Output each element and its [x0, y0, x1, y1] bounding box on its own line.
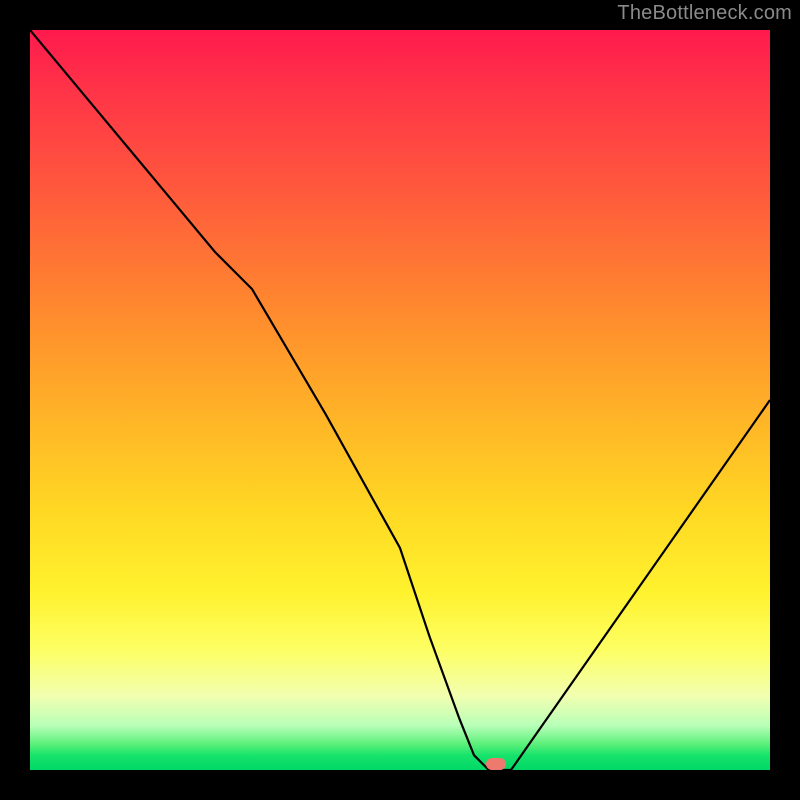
- bottleneck-curve: [30, 30, 770, 770]
- curve-path: [30, 30, 770, 770]
- optimum-marker: [486, 758, 506, 770]
- plot-area: [30, 30, 770, 770]
- watermark-label: TheBottleneck.com: [617, 2, 792, 25]
- chart-container: TheBottleneck.com: [0, 0, 800, 800]
